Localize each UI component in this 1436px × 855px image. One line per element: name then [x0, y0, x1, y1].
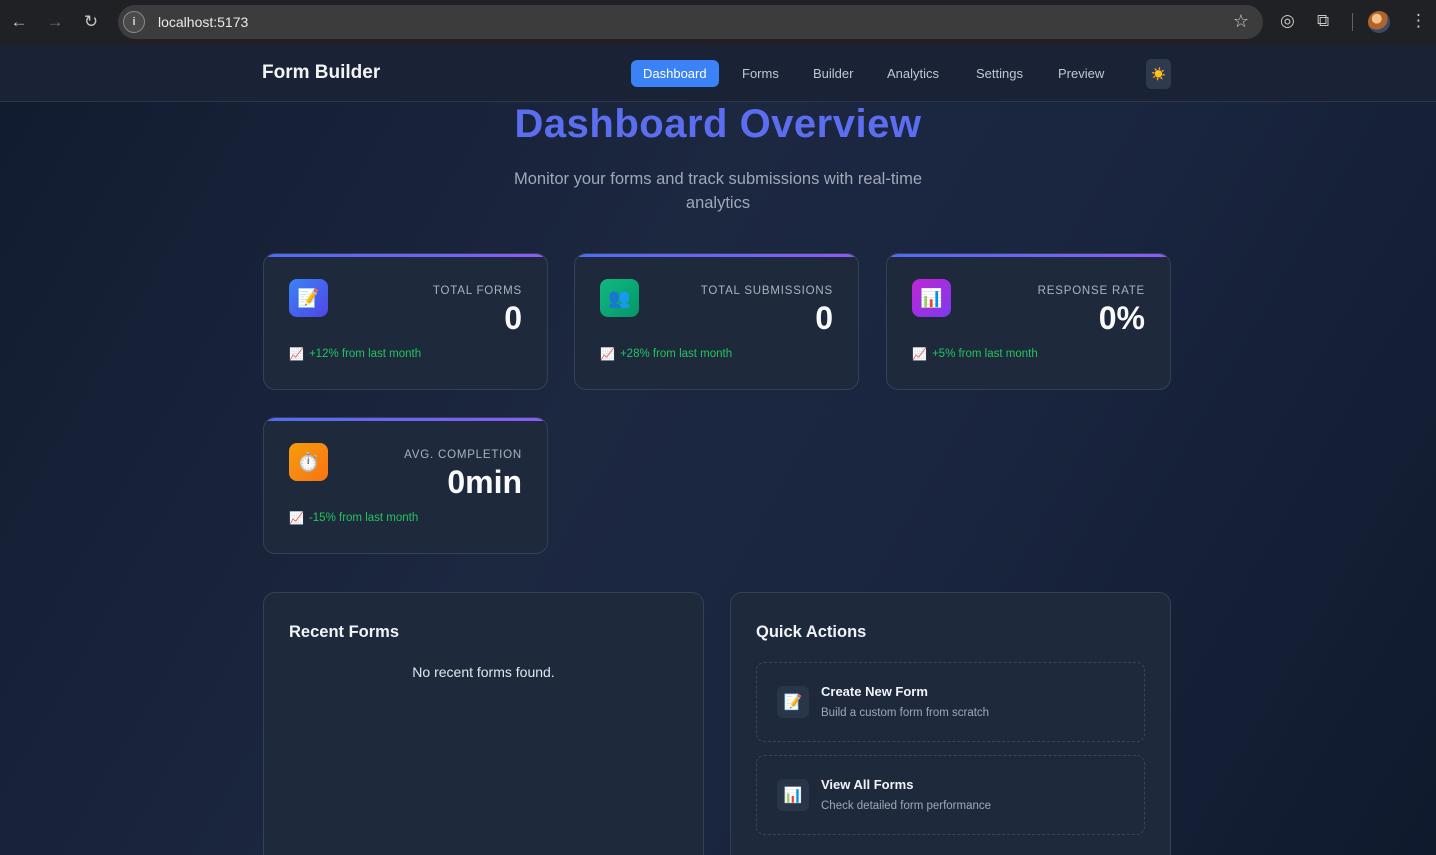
app-header: Form Builder Dashboard Forms Builder Ana…: [0, 45, 1436, 102]
memo-icon: 📝: [777, 686, 809, 718]
address-bar[interactable]: i localhost:5173 ☆: [118, 5, 1263, 39]
stat-trend: 📈 +28% from last month: [600, 347, 732, 361]
toolbar-divider: [1352, 13, 1353, 31]
empty-state-text: No recent forms found.: [412, 664, 555, 680]
trend-text: -15% from last month: [308, 512, 419, 524]
action-description: Build a custom form from scratch: [821, 707, 990, 719]
extensions-icon[interactable]: ⧉: [1317, 11, 1329, 31]
trend-text: +5% from last month: [931, 348, 1038, 360]
stat-value: 0: [815, 300, 833, 336]
sun-icon: ☀️: [1151, 67, 1166, 81]
form-icon: 📝: [289, 279, 328, 317]
stat-label: AVG. COMPLETION: [404, 449, 522, 461]
trend-text: +12% from last month: [308, 348, 422, 360]
view-all-forms-action[interactable]: 📊 View All Forms Check detailed form per…: [756, 755, 1145, 835]
stat-value: 0: [504, 300, 522, 336]
arrow-left-icon: ←: [10, 12, 28, 31]
recent-forms-panel: Recent Forms No recent forms found.: [263, 592, 704, 855]
bookmark-star-icon[interactable]: ☆: [1233, 11, 1249, 32]
chart-up-icon: 📈: [912, 347, 927, 361]
brand-title[interactable]: Form Builder: [262, 62, 380, 84]
dashboard-main: Dashboard Overview Monitor your forms an…: [0, 102, 1436, 855]
menu-kebab-icon[interactable]: ⋮: [1410, 11, 1427, 31]
stat-card-total-submissions: 👥 TOTAL SUBMISSIONS 0 📈 +28% from last m…: [574, 253, 859, 390]
users-icon: 👥: [600, 279, 639, 317]
action-title: View All Forms: [821, 777, 914, 792]
page-subtitle: Monitor your forms and track submissions…: [513, 170, 923, 212]
stat-trend: 📈 +12% from last month: [289, 347, 421, 361]
forward-button[interactable]: →: [37, 4, 73, 40]
nav-builder[interactable]: Builder: [801, 60, 865, 87]
chart-up-icon: 📈: [289, 347, 304, 361]
reload-icon: ↻: [83, 12, 99, 31]
trend-text: +28% from last month: [619, 348, 733, 360]
action-description: Check detailed form performance: [821, 800, 992, 812]
action-title: Create New Form: [821, 684, 928, 699]
page-title: Dashboard Overview: [514, 102, 922, 146]
stat-card-avg-completion: ⏱️ AVG. COMPLETION 0min 📈 -15% from last…: [263, 417, 548, 554]
browser-toolbar: ← → ↻ i localhost:5173 ☆ ◎ ⧉ ⋮: [0, 0, 1436, 45]
quick-actions-title: Quick Actions: [756, 623, 867, 641]
stat-card-response-rate: 📊 RESPONSE RATE 0% 📈 +5% from last month: [886, 253, 1171, 390]
stat-label: TOTAL FORMS: [432, 285, 522, 297]
arrow-right-icon: →: [46, 12, 64, 31]
lens-icon[interactable]: ◎: [1280, 11, 1295, 31]
nav-preview[interactable]: Preview: [1046, 60, 1116, 87]
profile-avatar[interactable]: [1368, 11, 1390, 33]
chart-up-icon: 📈: [289, 511, 304, 525]
stat-label: TOTAL SUBMISSIONS: [700, 285, 833, 297]
recent-forms-title: Recent Forms: [289, 623, 400, 641]
stat-card-total-forms: 📝 TOTAL FORMS 0 📈 +12% from last month: [263, 253, 548, 390]
nav-dashboard[interactable]: Dashboard: [631, 60, 719, 87]
stat-value: 0min: [447, 464, 522, 500]
reload-button[interactable]: ↻: [73, 4, 109, 40]
stat-label: RESPONSE RATE: [1037, 285, 1145, 297]
nav-analytics[interactable]: Analytics: [875, 60, 951, 87]
site-info-icon[interactable]: i: [123, 11, 145, 33]
back-button[interactable]: ←: [1, 4, 37, 40]
theme-toggle-button[interactable]: ☀️: [1146, 59, 1171, 89]
stat-trend: 📈 +5% from last month: [912, 347, 1038, 361]
bar-chart-icon: 📊: [777, 779, 809, 811]
stopwatch-icon: ⏱️: [289, 443, 328, 481]
nav-settings[interactable]: Settings: [964, 60, 1035, 87]
stat-trend: 📈 -15% from last month: [289, 511, 418, 525]
bar-chart-icon: 📊: [912, 279, 951, 317]
url-text[interactable]: localhost:5173: [158, 14, 248, 30]
create-new-form-action[interactable]: 📝 Create New Form Build a custom form fr…: [756, 662, 1145, 742]
stat-value: 0%: [1098, 300, 1145, 336]
chart-up-icon: 📈: [600, 347, 615, 361]
nav-forms[interactable]: Forms: [730, 60, 791, 87]
quick-actions-panel: Quick Actions 📝 Create New Form Build a …: [730, 592, 1171, 855]
